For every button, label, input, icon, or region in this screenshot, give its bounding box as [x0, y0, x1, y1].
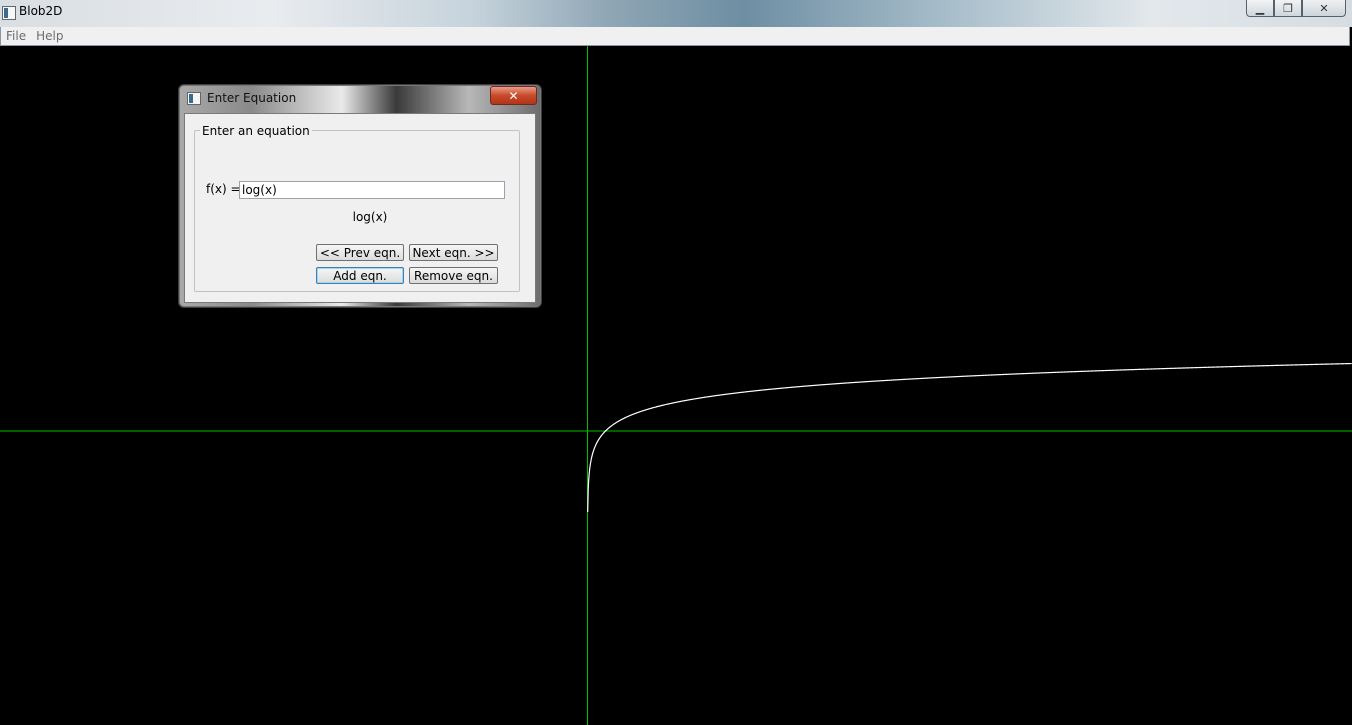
dialog-app-icon — [187, 92, 201, 105]
window-controls: ▁ ❐ ✕ — [1246, 0, 1346, 18]
function-curve — [587, 362, 1352, 513]
window-titlebar: Blob2D ▁ ❐ ✕ — [0, 0, 1352, 27]
maximize-button[interactable]: ❐ — [1274, 0, 1302, 17]
dialog-close-button[interactable]: ✕ — [490, 86, 537, 105]
close-icon: ✕ — [1319, 1, 1329, 15]
window-title: Blob2D — [19, 4, 63, 18]
enter-equation-dialog: Enter Equation ✕ Enter an equation f(x) … — [178, 84, 542, 308]
fx-label: f(x) = — [206, 182, 241, 196]
menu-file[interactable]: File — [1, 29, 31, 43]
minimize-icon: ▁ — [1255, 1, 1265, 15]
add-eqn-button[interactable]: Add eqn. — [316, 267, 404, 284]
remove-eqn-button[interactable]: Remove eqn. — [409, 267, 498, 284]
groupbox-label: Enter an equation — [200, 124, 312, 138]
dialog-body: Enter an equation f(x) = log(x) << Prev … — [184, 113, 536, 303]
equation-input[interactable] — [239, 181, 505, 199]
minimize-button[interactable]: ▁ — [1246, 0, 1274, 17]
dialog-title: Enter Equation — [207, 91, 297, 105]
menu-help[interactable]: Help — [31, 29, 68, 43]
equation-preview: log(x) — [352, 210, 388, 224]
menubar: File Help — [0, 27, 1350, 46]
app-icon — [2, 6, 16, 20]
close-icon: ✕ — [508, 88, 519, 103]
maximize-icon: ❐ — [1283, 1, 1293, 15]
close-button[interactable]: ✕ — [1302, 0, 1346, 17]
prev-eqn-button[interactable]: << Prev eqn. — [316, 244, 404, 261]
next-eqn-button[interactable]: Next eqn. >> — [409, 244, 498, 261]
